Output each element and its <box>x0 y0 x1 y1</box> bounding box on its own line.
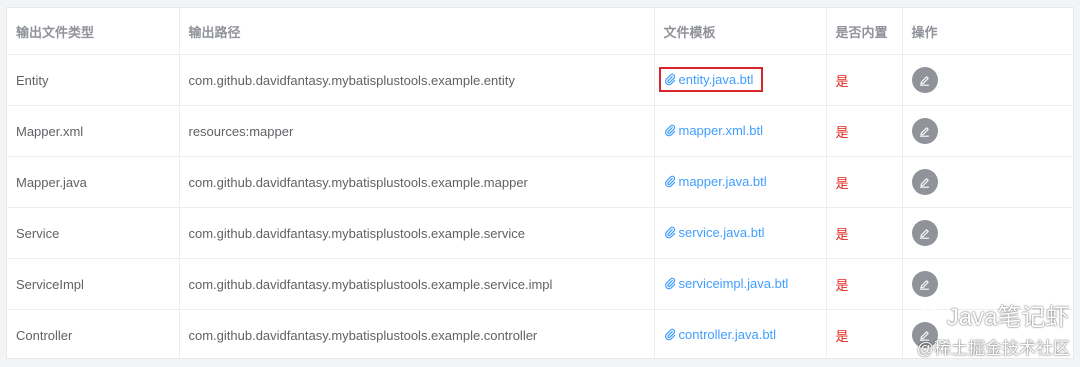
paperclip-icon <box>664 328 676 341</box>
cell-output-file-type: Mapper.xml <box>7 105 180 157</box>
cell-file-template: mapper.java.btl <box>654 156 827 208</box>
builtin-value: 是 <box>835 73 849 89</box>
edit-button[interactable] <box>911 271 938 297</box>
template-link-label: serviceimpl.java.btl <box>678 275 789 291</box>
cell-output-path: resources:mapper <box>179 105 655 157</box>
paperclip-icon <box>664 73 676 86</box>
cell-actions <box>902 54 1073 106</box>
builtin-value: 是 <box>835 328 849 344</box>
cell-is-builtin: 是 <box>826 54 903 106</box>
header-actions: 操作 <box>902 8 1073 55</box>
cell-actions <box>902 105 1073 157</box>
output-config-card: 输出文件类型 输出路径 文件模板 是否内置 操作 Entity com.githu… <box>6 7 1074 360</box>
table-row: Service com.github.davidfantasy.mybatispl… <box>7 207 1073 259</box>
cell-file-template: mapper.xml.btl <box>654 105 827 157</box>
table-row: Entity com.github.davidfantasy.mybatisplu… <box>7 54 1073 106</box>
template-link-label: mapper.xml.btl <box>678 122 764 138</box>
template-link[interactable]: serviceimpl.java.btl <box>664 275 789 291</box>
builtin-value: 是 <box>835 175 849 191</box>
cell-output-path: com.github.davidfantasy.mybatisplustools… <box>179 207 655 259</box>
header-is-builtin: 是否内置 <box>826 8 903 55</box>
table-row: Mapper.xml resources:mapper mapper.xml.btl… <box>7 105 1073 157</box>
template-link-label: mapper.java.btl <box>678 173 767 189</box>
builtin-value: 是 <box>835 277 849 293</box>
cell-actions <box>902 207 1073 259</box>
cell-output-path: com.github.davidfantasy.mybatisplustools… <box>179 309 655 360</box>
paperclip-icon <box>664 277 676 290</box>
paperclip-icon <box>664 124 676 137</box>
pencil-icon <box>918 329 931 342</box>
output-config-table: 输出文件类型 输出路径 文件模板 是否内置 操作 Entity com.githu… <box>7 8 1073 360</box>
cell-output-file-type: Entity <box>7 54 180 106</box>
header-output-path: 输出路径 <box>179 8 655 55</box>
template-link[interactable]: controller.java.btl <box>664 326 777 342</box>
cell-file-template: service.java.btl <box>654 207 827 259</box>
cell-is-builtin: 是 <box>826 258 903 310</box>
template-link[interactable]: service.java.btl <box>664 224 765 240</box>
cell-actions <box>902 258 1073 310</box>
cell-output-file-type: Service <box>7 207 180 259</box>
cell-output-path: com.github.davidfantasy.mybatisplustools… <box>179 156 655 208</box>
table-body: Entity com.github.davidfantasy.mybatisplu… <box>7 54 1073 361</box>
table-row: ServiceImpl com.github.davidfantasy.mybat… <box>7 258 1073 310</box>
template-link[interactable]: mapper.java.btl <box>664 174 767 189</box>
cell-output-path: com.github.davidfantasy.mybatisplustools… <box>179 54 655 106</box>
cell-file-template: serviceimpl.java.btl <box>654 258 827 310</box>
cell-is-builtin: 是 <box>826 309 903 360</box>
template-link-label: controller.java.btl <box>678 326 777 342</box>
paperclip-icon <box>664 175 676 188</box>
edit-button[interactable] <box>911 118 938 144</box>
template-link-label: service.java.btl <box>678 224 765 240</box>
cell-actions <box>902 310 1073 361</box>
edit-button[interactable] <box>911 169 938 195</box>
edit-button[interactable] <box>911 67 938 93</box>
pencil-icon <box>918 74 931 87</box>
pencil-icon <box>918 176 931 189</box>
table-row: Mapper.java com.github.davidfantasy.mybat… <box>7 156 1073 208</box>
template-link[interactable]: entity.java.btl <box>658 66 764 92</box>
builtin-value: 是 <box>835 124 849 140</box>
cell-output-file-type: ServiceImpl <box>7 258 180 310</box>
cell-output-path: com.github.davidfantasy.mybatisplustools… <box>179 258 655 310</box>
builtin-value: 是 <box>835 226 849 242</box>
paperclip-icon <box>664 226 676 239</box>
cell-is-builtin: 是 <box>826 105 903 157</box>
template-link-label: entity.java.btl <box>678 71 754 87</box>
cell-actions <box>902 156 1073 208</box>
template-link[interactable]: mapper.xml.btl <box>664 122 764 138</box>
edit-button[interactable] <box>911 322 938 348</box>
cell-file-template: entity.java.btl <box>654 54 827 106</box>
cell-output-file-type: Controller <box>7 309 180 360</box>
table-row: Controller com.github.davidfantasy.mybati… <box>7 309 1073 361</box>
pencil-icon <box>918 125 931 138</box>
header-output-file-type: 输出文件类型 <box>7 8 180 55</box>
cell-output-file-type: Mapper.java <box>7 156 180 208</box>
cell-is-builtin: 是 <box>826 156 903 208</box>
header-file-template: 文件模板 <box>654 8 827 55</box>
edit-button[interactable] <box>911 220 938 246</box>
pencil-icon <box>918 278 931 291</box>
cell-file-template: controller.java.btl <box>654 309 827 360</box>
pencil-icon <box>918 227 931 240</box>
cell-is-builtin: 是 <box>826 207 903 259</box>
table-header-row: 输出文件类型 输出路径 文件模板 是否内置 操作 <box>7 8 1073 55</box>
